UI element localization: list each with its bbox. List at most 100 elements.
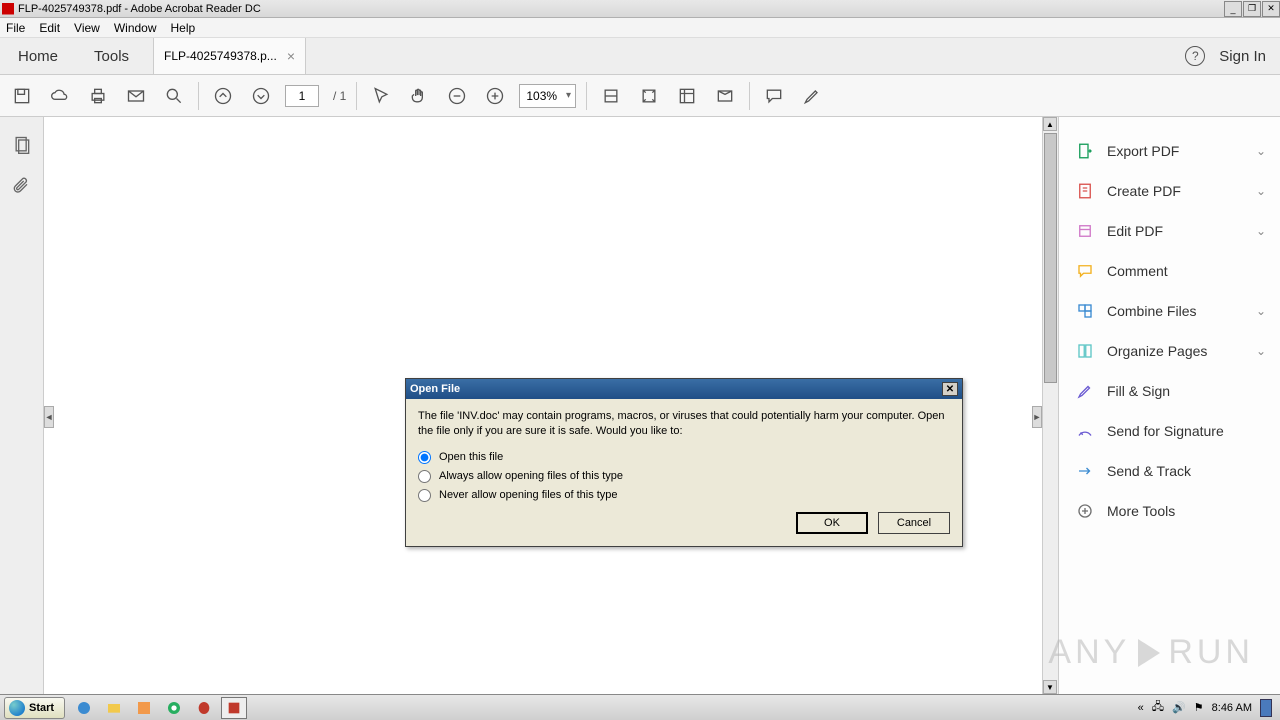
fullscreen-icon[interactable] — [673, 82, 701, 110]
tools-panel: Export PDF⌄Create PDF⌄Edit PDF⌄CommentCo… — [1058, 117, 1280, 694]
taskbar-app-media[interactable] — [131, 697, 157, 719]
page-number-input[interactable] — [285, 85, 319, 107]
dialog-message: The file 'INV.doc' may contain programs,… — [418, 409, 950, 439]
left-nav-pane — [0, 117, 44, 694]
chevron-down-icon: ⌄ — [1256, 224, 1266, 238]
menu-view[interactable]: View — [74, 21, 100, 35]
tools-panel-item-comment[interactable]: Comment — [1059, 251, 1280, 291]
vertical-scrollbar[interactable]: ▲ ▼ — [1042, 117, 1058, 694]
tools-panel-item-send-track[interactable]: Send & Track — [1059, 451, 1280, 491]
read-mode-icon[interactable] — [711, 82, 739, 110]
tab-close-icon[interactable]: × — [287, 48, 295, 64]
save-icon[interactable] — [8, 82, 36, 110]
tray-volume-icon[interactable]: 🔊 — [1172, 701, 1186, 714]
tools-panel-item-edit-pdf[interactable]: Edit PDF ⌄ — [1059, 211, 1280, 251]
radio-open-this-file[interactable]: Open this file — [418, 451, 950, 464]
page-down-icon[interactable] — [247, 82, 275, 110]
tray-expand-icon[interactable]: « — [1138, 702, 1144, 714]
tools-panel-label: Send & Track — [1107, 463, 1191, 479]
tools-panel-label: More Tools — [1107, 503, 1175, 519]
cloud-icon[interactable] — [46, 82, 74, 110]
main-area: ◄ ► Open File ✕ The file 'INV.doc' may c… — [0, 117, 1280, 694]
taskbar-app-ie[interactable] — [71, 697, 97, 719]
page-total-label: / 1 — [333, 89, 346, 103]
hand-icon[interactable] — [405, 82, 433, 110]
tools-panel-label: Organize Pages — [1107, 343, 1207, 359]
minimize-button[interactable]: _ — [1224, 1, 1242, 17]
dialog-titlebar: Open File ✕ — [406, 379, 962, 399]
window-title: FLP-4025749378.pdf - Adobe Acrobat Reade… — [18, 3, 261, 15]
tools-panel-item-create-pdf[interactable]: Create PDF⌄ — [1059, 171, 1280, 211]
page-up-icon[interactable] — [209, 82, 237, 110]
window-titlebar: FLP-4025749378.pdf - Adobe Acrobat Reade… — [0, 0, 1280, 18]
radio-never-allow[interactable]: Never allow opening files of this type — [418, 489, 950, 502]
tab-document[interactable]: FLP-4025749378.p... × — [153, 38, 306, 74]
dialog-close-icon[interactable]: ✕ — [942, 382, 958, 396]
taskbar-app-chrome[interactable] — [161, 697, 187, 719]
start-button[interactable]: Start — [4, 697, 65, 719]
app-icon — [2, 3, 14, 15]
tray-show-desktop[interactable] — [1260, 699, 1272, 717]
tools-panel-item-organize-pages[interactable]: Organize Pages⌄ — [1059, 331, 1280, 371]
zoom-select[interactable]: 103% — [519, 84, 576, 108]
fit-width-icon[interactable] — [597, 82, 625, 110]
zoom-out-icon[interactable] — [443, 82, 471, 110]
tray-network-icon[interactable]: 🖧 — [1152, 698, 1164, 717]
menu-edit[interactable]: Edit — [39, 21, 60, 35]
menu-file[interactable]: File — [6, 21, 25, 35]
search-icon[interactable] — [160, 82, 188, 110]
radio-never-allow-input[interactable] — [418, 489, 431, 502]
tools-panel-label: Comment — [1107, 263, 1168, 279]
radio-always-allow-input[interactable] — [418, 470, 431, 483]
scroll-thumb[interactable] — [1044, 133, 1057, 383]
system-tray: « 🖧 🔊 ⚑ 8:46 AM — [1138, 698, 1280, 717]
tray-flag-icon[interactable]: ⚑ — [1194, 701, 1204, 714]
tools-panel-item-send-for-signature[interactable]: Send for Signature — [1059, 411, 1280, 451]
scroll-up-button[interactable]: ▲ — [1043, 117, 1057, 131]
tab-row: Home Tools FLP-4025749378.p... × ? Sign … — [0, 38, 1280, 75]
menu-help[interactable]: Help — [171, 21, 196, 35]
cancel-button[interactable]: Cancel — [878, 512, 950, 534]
tools-panel-icon — [1073, 381, 1097, 401]
help-icon[interactable]: ? — [1185, 46, 1205, 66]
highlight-icon[interactable] — [798, 82, 826, 110]
tray-clock[interactable]: 8:46 AM — [1212, 702, 1252, 714]
mail-icon[interactable] — [122, 82, 150, 110]
comment-icon[interactable] — [760, 82, 788, 110]
zoom-in-icon[interactable] — [481, 82, 509, 110]
tools-panel-label: Edit PDF — [1107, 223, 1163, 239]
attachments-icon[interactable] — [12, 176, 32, 201]
tools-panel-item-more-tools[interactable]: More Tools — [1059, 491, 1280, 531]
menu-window[interactable]: Window — [114, 21, 157, 35]
thumbnails-icon[interactable] — [12, 135, 32, 160]
radio-never-allow-label: Never allow opening files of this type — [439, 489, 618, 501]
tools-panel-item-fill-sign[interactable]: Fill & Sign — [1059, 371, 1280, 411]
tools-panel-label: Create PDF — [1107, 183, 1181, 199]
menu-bar: File Edit View Window Help — [0, 18, 1280, 38]
maximize-button[interactable]: ❐ — [1243, 1, 1261, 17]
chevron-down-icon: ⌄ — [1256, 144, 1266, 158]
tools-panel-icon — [1073, 421, 1097, 441]
pointer-icon[interactable] — [367, 82, 395, 110]
zoom-value: 103% — [526, 89, 557, 103]
document-view[interactable]: ◄ ► Open File ✕ The file 'INV.doc' may c… — [44, 117, 1042, 694]
scroll-down-button[interactable]: ▼ — [1043, 680, 1057, 694]
tools-panel-item-export-pdf[interactable]: Export PDF⌄ — [1059, 131, 1280, 171]
sign-in-link[interactable]: Sign In — [1219, 48, 1266, 65]
print-icon[interactable] — [84, 82, 112, 110]
tab-home[interactable]: Home — [0, 38, 76, 74]
fit-page-icon[interactable] — [635, 82, 663, 110]
taskbar-app-explorer[interactable] — [101, 697, 127, 719]
taskbar-app-opera[interactable] — [191, 697, 217, 719]
radio-open-this-file-input[interactable] — [418, 451, 431, 464]
tools-panel-icon — [1073, 141, 1097, 161]
tab-tools[interactable]: Tools — [76, 38, 147, 74]
scroll-right-handle[interactable]: ► — [1032, 406, 1042, 428]
radio-always-allow-label: Always allow opening files of this type — [439, 470, 623, 482]
close-button[interactable]: ✕ — [1262, 1, 1280, 17]
radio-always-allow[interactable]: Always allow opening files of this type — [418, 470, 950, 483]
scroll-left-handle[interactable]: ◄ — [44, 406, 54, 428]
tools-panel-item-combine-files[interactable]: Combine Files⌄ — [1059, 291, 1280, 331]
ok-button[interactable]: OK — [796, 512, 868, 534]
taskbar-app-acrobat[interactable] — [221, 697, 247, 719]
